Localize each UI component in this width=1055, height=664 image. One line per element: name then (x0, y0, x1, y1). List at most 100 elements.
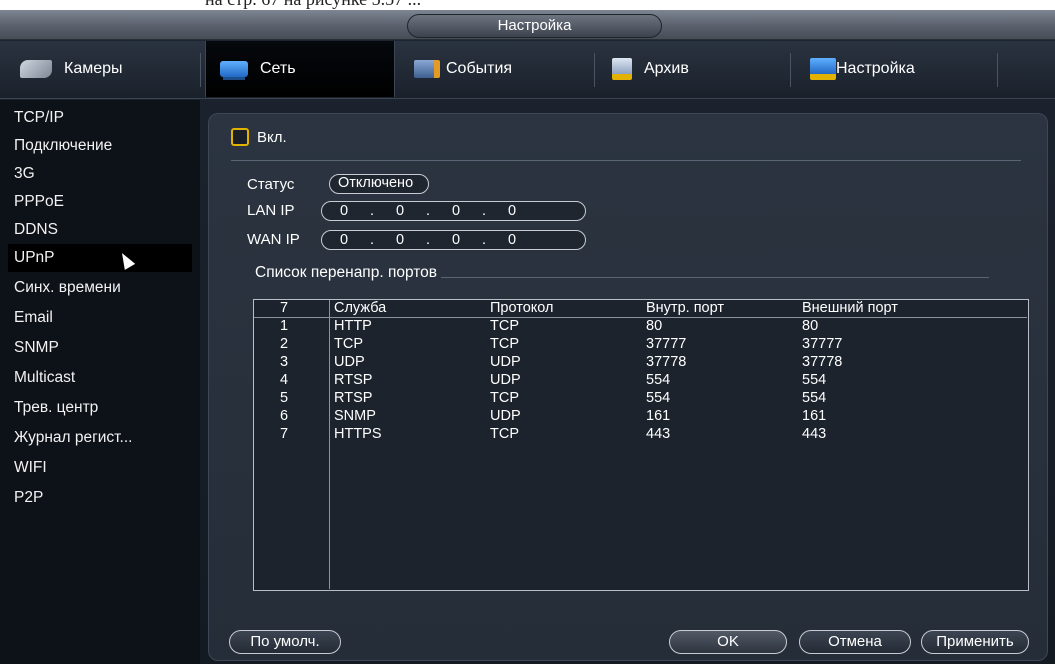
service-cell: HTTP (334, 318, 372, 334)
enable-label: Вкл. (257, 128, 287, 146)
service-cell: UDP (334, 354, 365, 370)
protocol-cell: UDP (490, 354, 521, 370)
title-bar: Настройка (0, 10, 1055, 40)
row-index: 3 (280, 354, 289, 370)
internal-port-cell: 443 (646, 426, 671, 442)
ip-octet: 0 (395, 231, 405, 248)
table-row[interactable]: 5 RTSP TCP 554 554 (254, 390, 1027, 408)
lan-ip-input[interactable]: 0. 0. 0. 0 (321, 201, 586, 221)
sidebar-item-multicast[interactable]: Multicast (8, 364, 192, 392)
dvr-settings-window: Настройка Камеры Сеть События Архив Наст… (0, 10, 1055, 664)
protocol-cell: UDP (490, 372, 521, 388)
service-cell: RTSP (334, 390, 373, 406)
sidebar-item-time-sync[interactable]: Синх. времени (8, 274, 192, 302)
sidebar-item-connection[interactable]: Подключение (8, 132, 192, 160)
apply-button[interactable]: Применить (921, 630, 1029, 654)
settings-sidebar: TCP/IP Подключение 3G PPPoE DDNS UPnP Си… (0, 100, 200, 664)
sidebar-item-ddns[interactable]: DDNS (8, 216, 192, 244)
wan-ip-input[interactable]: 0. 0. 0. 0 (321, 230, 586, 250)
settings-icon (810, 58, 836, 80)
tab-events[interactable]: События (400, 41, 590, 97)
internal-port-cell: 37777 (646, 336, 687, 352)
row-index: 6 (280, 408, 289, 424)
ok-button[interactable]: OK (669, 630, 787, 654)
sidebar-item-email[interactable]: Email (8, 304, 192, 332)
protocol-cell: TCP (490, 390, 519, 406)
ip-octet: 0 (395, 202, 405, 219)
protocol-cell: TCP (490, 426, 519, 442)
tab-settings[interactable]: Настройка (796, 41, 996, 97)
tab-cameras[interactable]: Камеры (6, 41, 196, 97)
row-index: 7 (280, 426, 289, 442)
sidebar-item-alarm-center[interactable]: Трев. центр (8, 394, 192, 422)
section-title: Список перенапр. портов (255, 264, 438, 281)
ip-octet: 0 (451, 231, 461, 248)
default-button[interactable]: По умолч. (229, 630, 341, 654)
column-header-service: Служба (334, 300, 387, 316)
column-header-count: 7 (280, 300, 289, 316)
table-row[interactable]: 1 HTTP TCP 80 80 (254, 318, 1027, 336)
external-port-cell: 80 (802, 318, 819, 334)
external-port-cell: 37777 (802, 336, 843, 352)
divider (231, 160, 1021, 161)
ip-octet: 0 (507, 231, 517, 248)
sidebar-item-3g[interactable]: 3G (8, 160, 192, 188)
sidebar-item-snmp[interactable]: SNMP (8, 334, 192, 362)
internal-port-cell: 37778 (646, 354, 687, 370)
column-header-protocol: Протокол (490, 300, 554, 316)
external-port-cell: 554 (802, 372, 827, 388)
tab-label: Архив (644, 60, 689, 77)
ip-octet: 0 (339, 202, 349, 219)
sidebar-item-wifi[interactable]: WIFI (8, 454, 192, 482)
status-label: Статус (247, 176, 295, 193)
sidebar-item-tcpip[interactable]: TCP/IP (8, 104, 192, 132)
ip-octet: 0 (451, 202, 461, 219)
table-row[interactable]: 7 HTTPS TCP 443 443 (254, 426, 1027, 444)
row-index: 2 (280, 336, 289, 352)
internal-port-cell: 80 (646, 318, 663, 334)
main-tab-bar: Камеры Сеть События Архив Настройка (0, 41, 1055, 99)
ip-octet: 0 (507, 202, 517, 219)
caption-text: на стр. 67 на рисунке 5.57 ... (205, 0, 421, 10)
lan-ip-label: LAN IP (247, 202, 295, 219)
tab-archive[interactable]: Архив (598, 41, 783, 97)
table-row[interactable]: 3 UDP UDP 37778 37778 (254, 354, 1027, 372)
port-mapping-table[interactable]: 7 Служба Протокол Внутр. порт Внешний по… (253, 299, 1029, 591)
sidebar-item-upnp[interactable]: UPnP (8, 244, 192, 272)
enable-checkbox[interactable] (231, 128, 249, 146)
row-index: 5 (280, 390, 289, 406)
service-cell: TCP (334, 336, 363, 352)
table-header: 7 Служба Протокол Внутр. порт Внешний по… (254, 300, 1027, 318)
sidebar-item-label: UPnP (14, 249, 55, 266)
sidebar-item-pppoe[interactable]: PPPoE (8, 188, 192, 216)
cancel-button[interactable]: Отмена (799, 630, 911, 654)
table-row[interactable]: 2 TCP TCP 37777 37777 (254, 336, 1027, 354)
external-port-cell: 443 (802, 426, 827, 442)
sidebar-item-p2p[interactable]: P2P (8, 484, 192, 512)
network-icon (220, 61, 248, 77)
column-header-external-port: Внешний порт (802, 300, 898, 316)
events-icon (414, 60, 440, 78)
tab-label: Сеть (260, 60, 296, 77)
service-cell: RTSP (334, 372, 373, 388)
status-field: Отключено (329, 174, 429, 194)
sidebar-item-register-log[interactable]: Журнал регист... (8, 424, 192, 452)
upnp-settings-panel: Вкл. Статус Отключено LAN IP 0. 0. 0. 0 … (208, 113, 1048, 661)
external-port-cell: 37778 (802, 354, 843, 370)
internal-port-cell: 554 (646, 372, 671, 388)
mouse-cursor-icon (116, 250, 136, 270)
port-mapping-section: Список перенапр. портов (255, 264, 990, 282)
table-row[interactable]: 4 RTSP UDP 554 554 (254, 372, 1027, 390)
service-cell: SNMP (334, 408, 376, 424)
ip-octet: 0 (339, 231, 349, 248)
tab-label: События (446, 60, 513, 77)
tab-network[interactable]: Сеть (205, 41, 395, 97)
table-row[interactable]: 6 SNMP UDP 161 161 (254, 408, 1027, 426)
enable-row: Вкл. (231, 128, 287, 146)
internal-port-cell: 161 (646, 408, 671, 424)
row-index: 4 (280, 372, 289, 388)
document-caption: на стр. 67 на рисунке 5.57 ... (0, 0, 1055, 10)
tab-label: Настройка (836, 60, 915, 77)
protocol-cell: TCP (490, 318, 519, 334)
external-port-cell: 161 (802, 408, 827, 424)
